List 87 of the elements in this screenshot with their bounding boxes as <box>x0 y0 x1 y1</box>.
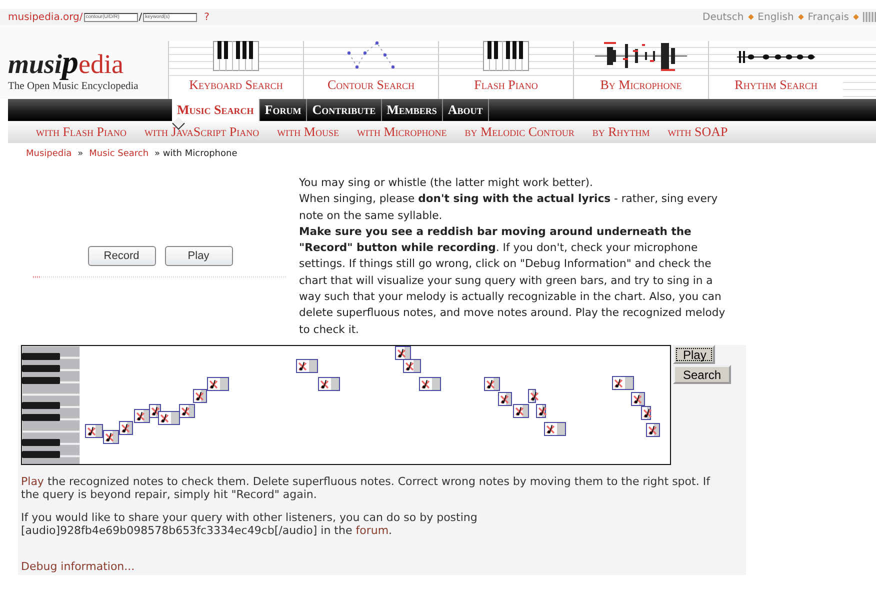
broken-image-icon <box>546 424 555 435</box>
site-logo[interactable]: musipedia <box>8 48 168 78</box>
subnav-link[interactable]: with Flash Piano <box>36 124 126 140</box>
note-block[interactable] <box>513 404 529 418</box>
note-block[interactable] <box>193 389 207 403</box>
note-block[interactable] <box>158 411 180 425</box>
subnav-link[interactable]: by Rhythm <box>592 124 650 140</box>
broken-image-icon <box>87 426 96 437</box>
note-editor[interactable] <box>21 345 671 465</box>
breadcrumb-current: » with Microphone <box>154 149 238 159</box>
subnav-link[interactable]: with JavaScript Piano <box>144 124 260 140</box>
rhythm-icon <box>737 50 815 64</box>
waveform-icon <box>595 41 687 71</box>
note-block[interactable] <box>207 377 229 391</box>
forum-link[interactable]: forum <box>356 524 389 537</box>
notes-help-text: Play the recognized notes to check them. Delete superfluous notes. Correct wrong notes by moving them to the right spot. If the query is beyond repair, simply hit "Record" again. <box>21 475 712 501</box>
site-url: musipedia.org/ <box>8 12 83 22</box>
broken-image-icon <box>648 425 657 436</box>
broken-image-icon <box>643 408 652 419</box>
debug-link[interactable]: Debug information... <box>21 560 746 573</box>
breadcrumb-link[interactable]: Music Search <box>89 149 149 159</box>
note-block[interactable] <box>536 404 546 418</box>
subnav-link[interactable]: by Melodic Contour <box>464 124 574 140</box>
search-mode-tile[interactable]: Keyboard Search <box>168 41 303 99</box>
note-block[interactable] <box>103 430 119 444</box>
broken-image-icon <box>181 406 190 417</box>
share-text: If you would like to share your query with other listeners, you can do so by posting [audio]928fb4e69b098578b653fc3334ec49cb[/audio] in the forum. <box>21 511 478 537</box>
contour-icon <box>347 41 395 71</box>
breadcrumb-link[interactable]: Musipedia <box>26 149 72 159</box>
note-block[interactable] <box>641 406 651 420</box>
broken-image-icon <box>298 361 307 372</box>
recorder-button[interactable]: Play <box>164 246 232 266</box>
search-mode-tile[interactable]: Contour Search <box>303 41 438 99</box>
search-mode-tile[interactable]: Rhythm Search <box>708 41 843 99</box>
editor-button[interactable]: Play <box>673 345 715 364</box>
logo-tagline: The Open Music Encyclopedia <box>8 80 140 92</box>
broken-image-icon <box>405 361 414 372</box>
broken-image-icon <box>421 379 430 390</box>
broken-image-icon <box>397 348 406 359</box>
subnav-link[interactable]: with Microphone <box>356 124 447 140</box>
note-block[interactable] <box>318 377 340 391</box>
subnav-link[interactable]: with Mouse <box>277 124 339 140</box>
broken-image-icon <box>614 378 623 389</box>
note-block[interactable] <box>403 359 421 373</box>
note-block[interactable] <box>498 392 512 406</box>
note-block[interactable] <box>395 346 411 360</box>
help-link[interactable]: ? <box>204 12 210 22</box>
language-link[interactable]: Français <box>808 12 849 22</box>
broken-image-icon <box>121 423 130 434</box>
recorder-button[interactable]: Record <box>88 246 156 266</box>
note-block[interactable] <box>484 377 500 391</box>
note-block[interactable] <box>85 424 103 438</box>
language-link[interactable]: Deutsch <box>702 12 744 22</box>
play-link[interactable]: Play <box>21 475 44 488</box>
broken-image-icon <box>515 406 524 417</box>
piano-icon <box>213 41 259 71</box>
note-block[interactable] <box>119 421 133 435</box>
note-block[interactable] <box>528 389 536 403</box>
broken-image-icon <box>209 379 218 390</box>
broken-image-icon <box>538 406 547 417</box>
broken-image-icon <box>320 379 329 390</box>
note-block[interactable] <box>179 404 195 418</box>
broken-image-icon <box>105 432 114 443</box>
note-block[interactable] <box>296 359 318 373</box>
note-block[interactable] <box>419 377 441 391</box>
language-link[interactable]: English <box>758 12 794 22</box>
broken-image-icon <box>151 406 160 417</box>
broken-image-icon <box>136 411 145 422</box>
note-block[interactable] <box>612 376 634 390</box>
piano-icon <box>483 41 529 71</box>
broken-image-icon <box>195 391 204 402</box>
subnav-link[interactable]: with SOAP <box>668 124 728 140</box>
note-block[interactable] <box>631 392 645 406</box>
broken-image-icon <box>160 413 169 424</box>
instructions-text: You may sing or whistle (the latter might work better). When singing, please don't sing with the actual lyrics - rather, sing every note on the same syllable. Make sure you see a reddish bar moving around underneath the "Record" button while recording. If you don't, check your microphone settings. If things still go wrong, click on "Debug Information" and check the chart that will visualize your sung query with green bars, and try to sing in a way such that your melody is actually recognizable in the chart. Also, you can delete superfluous notes, and move notes around. Play the recognized melody to check it. <box>299 175 726 338</box>
url-separator: / <box>138 12 142 22</box>
search-mode-tile[interactable]: Flash Piano <box>438 41 573 99</box>
note-block[interactable] <box>134 409 150 423</box>
broken-image-icon <box>500 394 509 405</box>
breadcrumb-separator: » <box>78 149 84 159</box>
note-block[interactable] <box>544 422 566 436</box>
editor-button[interactable]: Search <box>673 365 732 384</box>
broken-image-icon <box>633 394 642 405</box>
note-block[interactable] <box>646 423 660 437</box>
broken-image-icon <box>486 379 495 390</box>
search-mode-tile[interactable]: By Microphone <box>573 41 708 99</box>
broken-image-icon <box>530 391 539 402</box>
